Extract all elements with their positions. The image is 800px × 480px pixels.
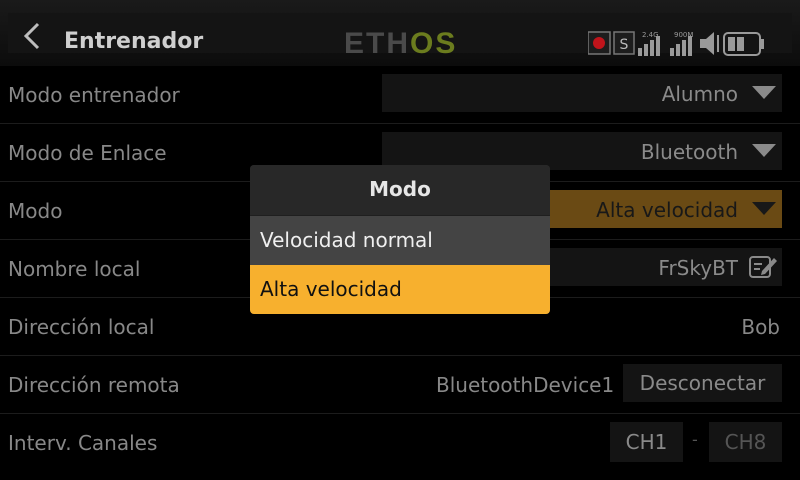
field-value: FrSkyBT — [658, 256, 738, 280]
signal-900m-icon: 900M — [670, 31, 693, 56]
dropdown-arrow-icon — [752, 86, 776, 99]
disconnect-button[interactable]: Desconectar — [623, 364, 782, 402]
dropdown-value: Alta velocidad — [596, 198, 738, 222]
row-label: Dirección local — [8, 315, 155, 339]
local-address-value: Bob — [741, 315, 780, 339]
record-icon — [587, 31, 611, 55]
signal-2-4g-icon: 2.4G — [638, 31, 660, 56]
row-label: Modo entrenador — [8, 83, 180, 107]
channel-end-field[interactable]: CH8 — [709, 422, 782, 462]
row-label: Interv. Canales — [8, 431, 158, 455]
row-label: Nombre local — [8, 257, 141, 281]
dropdown-value: Bluetooth — [640, 140, 738, 164]
row-label: Modo — [8, 199, 63, 223]
title-bar-inner: Entrenador ETHOS S 2.4G 900M — [8, 13, 792, 60]
row-label: Modo de Enlace — [8, 141, 167, 165]
trainer-mode-dropdown[interactable]: Alumno — [382, 74, 782, 112]
edit-icon — [749, 256, 777, 278]
option-velocidad-normal[interactable]: Velocidad normal — [250, 215, 550, 265]
mode-popup: Modo Velocidad normal Alta velocidad — [250, 165, 550, 314]
dropdown-value: Alumno — [661, 82, 738, 106]
row-modo-entrenador: Modo entrenador Alumno — [0, 66, 800, 124]
svg-text:S: S — [620, 37, 629, 53]
row-label: Dirección remota — [8, 373, 180, 397]
popup-title: Modo — [250, 165, 550, 215]
remote-address-value: BluetoothDevice1 — [436, 373, 615, 397]
speaker-icon — [700, 32, 719, 55]
battery-icon — [723, 32, 764, 56]
row-direccion-remota: Dirección remota BluetoothDevice1 Descon… — [0, 356, 800, 414]
ethos-logo: ETHOS — [344, 27, 458, 60]
title-bar: Entrenador ETHOS S 2.4G 900M — [0, 0, 800, 66]
chevron-left-icon — [23, 22, 40, 50]
channel-start-field[interactable]: CH1 — [610, 422, 683, 462]
s-icon: S — [613, 31, 635, 55]
row-interv-canales: Interv. Canales CH1 - CH8 — [0, 414, 800, 472]
dropdown-arrow-icon — [752, 202, 776, 215]
dropdown-arrow-icon — [752, 144, 776, 157]
range-dash: - — [692, 430, 698, 449]
status-icons: S 2.4G 900M — [587, 29, 778, 63]
option-alta-velocidad[interactable]: Alta velocidad — [250, 265, 550, 314]
page-title: Entrenador — [64, 29, 204, 54]
back-button[interactable] — [18, 21, 48, 51]
